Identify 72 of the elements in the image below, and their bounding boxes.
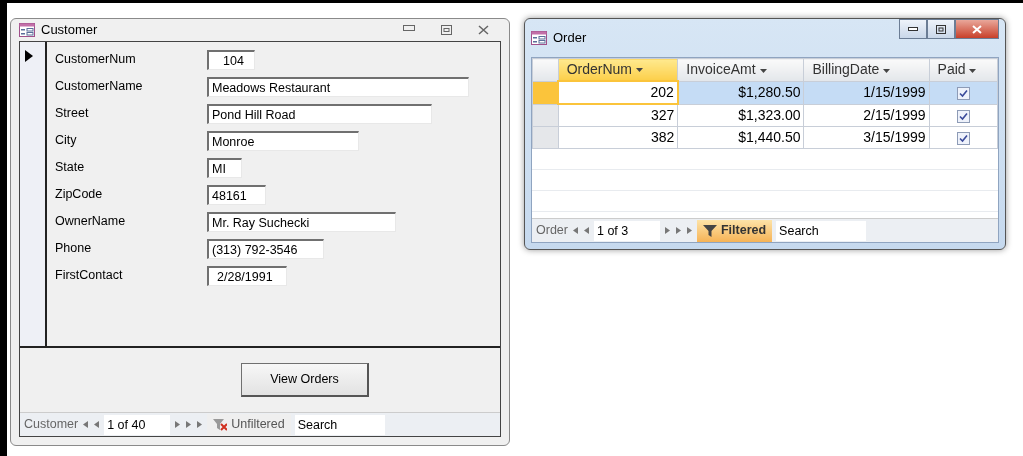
table-cell: 3/15/1999	[804, 126, 930, 149]
text-field[interactable]: 48161	[207, 184, 266, 205]
column-header[interactable]: InvoiceAmt	[677, 58, 804, 81]
next-record-icon[interactable]	[663, 226, 671, 235]
text-field[interactable]: 104	[207, 49, 255, 70]
first-record-icon[interactable]	[571, 226, 579, 235]
minimize-icon	[908, 27, 918, 31]
window-title: Order	[553, 29, 587, 48]
table-cell: 2/15/1999	[804, 104, 930, 127]
minimize-icon[interactable]	[403, 25, 415, 31]
table-cell: 382	[558, 126, 678, 149]
filter-icon	[213, 418, 228, 431]
column-header[interactable]: BillingDate	[804, 58, 930, 81]
column-header[interactable]: Paid	[929, 58, 998, 81]
record-navigator-label: Order	[536, 222, 568, 240]
filter-icon	[702, 224, 717, 237]
record-navigator-label: Customer	[24, 416, 79, 434]
window-title: Customer	[41, 21, 98, 40]
maximize-icon	[936, 24, 946, 34]
dropdown-caret-icon[interactable]	[759, 68, 767, 73]
restore-icon[interactable]	[441, 25, 452, 35]
view-orders-button[interactable]: View Orders	[241, 363, 369, 397]
previous-record-icon[interactable]	[93, 420, 101, 429]
field-label: OwnerName	[55, 213, 127, 231]
table-cell: $1,323.00	[677, 104, 804, 127]
filter-toggle-button[interactable]: Filtered	[696, 219, 773, 242]
field-label: Street	[55, 105, 90, 123]
filter-toggle-button[interactable]: Unfiltered	[207, 413, 291, 436]
field-label: City	[55, 132, 78, 150]
text-field[interactable]: (313) 792-3546	[207, 238, 324, 259]
new-record-icon[interactable]	[196, 420, 204, 429]
checkbox[interactable]	[956, 109, 970, 123]
maximize-button[interactable]	[927, 19, 955, 39]
last-record-icon[interactable]	[185, 420, 193, 429]
text-field[interactable]: Meadows Restaurant	[207, 76, 469, 97]
dropdown-caret-icon[interactable]	[635, 68, 643, 73]
field-label: CustomerName	[55, 78, 144, 96]
text-field[interactable]: 2/28/1991	[207, 265, 287, 286]
text-field[interactable]: Pond Hill Road	[207, 103, 432, 124]
previous-record-icon[interactable]	[582, 226, 590, 235]
field-label: ZipCode	[55, 186, 104, 204]
current-record-icon	[25, 49, 33, 62]
last-record-icon[interactable]	[674, 226, 682, 235]
table-cell: 202	[558, 81, 678, 104]
dropdown-caret-icon[interactable]	[969, 68, 977, 73]
close-icon[interactable]	[478, 25, 489, 35]
field-label: Phone	[55, 240, 93, 258]
text-field[interactable]: Mr. Ray Suchecki	[207, 211, 396, 232]
close-button[interactable]	[955, 19, 999, 39]
form-icon	[531, 31, 547, 45]
search-field[interactable]: Search	[294, 414, 385, 435]
checkbox[interactable]	[956, 131, 970, 145]
checkbox[interactable]	[956, 86, 970, 100]
table-cell: $1,280.50	[677, 81, 804, 104]
first-record-icon[interactable]	[82, 420, 90, 429]
next-record-icon[interactable]	[174, 420, 182, 429]
table-cell: 327	[558, 104, 678, 127]
search-field[interactable]: Search	[776, 220, 867, 241]
form-icon	[19, 23, 35, 37]
record-position-field[interactable]: 1 of 40	[104, 414, 171, 435]
table-cell: $1,440.50	[677, 126, 804, 149]
record-position-field[interactable]: 1 of 3	[593, 220, 660, 241]
close-icon	[972, 24, 982, 34]
text-field[interactable]: Monroe	[207, 130, 359, 151]
field-label: State	[55, 159, 86, 177]
field-label: FirstContact	[55, 267, 124, 285]
field-label: CustomerNum	[55, 51, 137, 69]
dropdown-caret-icon[interactable]	[883, 68, 891, 73]
table-cell: 1/15/1999	[804, 81, 930, 104]
minimize-button[interactable]	[899, 19, 927, 39]
text-field[interactable]: MI	[207, 157, 242, 178]
new-record-icon[interactable]	[685, 226, 693, 235]
